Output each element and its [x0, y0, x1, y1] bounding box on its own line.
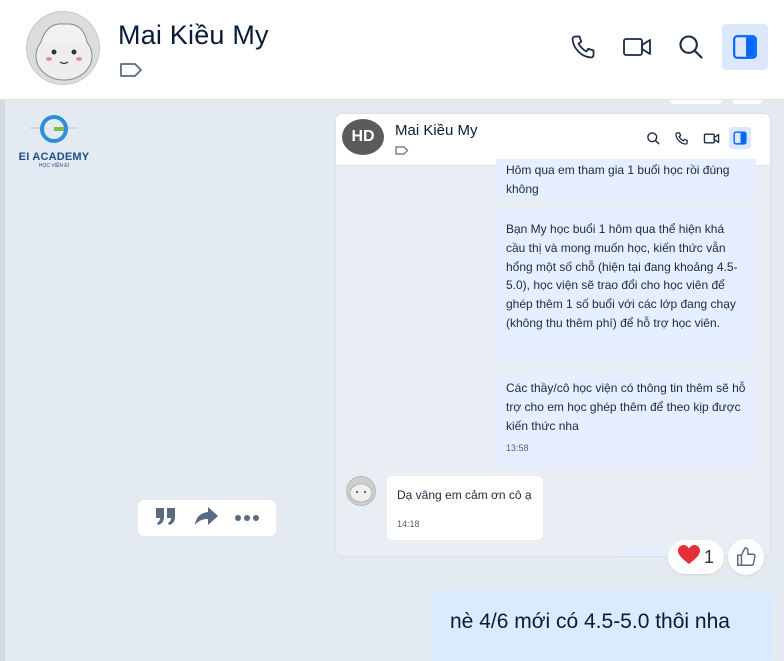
message-actions-bar [138, 500, 276, 536]
message-bubble-partial [732, 100, 762, 104]
phone-icon[interactable] [560, 24, 606, 70]
video-call-icon[interactable] [614, 24, 660, 70]
sidebar-toggle-icon [729, 127, 751, 149]
chat-area: EI ACADEMY HỌC VIỆN EI HD Mai Kiều My Hô… [0, 100, 784, 661]
inner-avatar: HD [342, 119, 384, 155]
message-text: Dạ vâng em cảm ơn cô ạ [397, 488, 532, 502]
sender-avatar [346, 476, 376, 506]
tag-icon[interactable] [118, 60, 144, 80]
message-bubble: Bạn My học buổi 1 hôm qua thể hiện khá c… [496, 210, 756, 363]
message-bubble: Hôm qua em tham gia 1 buổi học rồi đúng … [496, 159, 756, 199]
thumbs-up-icon [737, 547, 756, 566]
message-bubble: Dạ vâng em cảm ơn cô ạ 14:18 [387, 476, 543, 540]
message-text: Bạn My học buổi 1 hôm qua thể hiện khá c… [506, 222, 738, 330]
message-time: 13:58 [506, 443, 529, 454]
message-bubble-partial [670, 100, 722, 104]
message-text: Hôm qua em tham gia 1 buổi học rồi đúng … [506, 163, 730, 196]
video-call-icon [700, 127, 722, 149]
inner-contact-name: Mai Kiều My [395, 122, 478, 139]
message-bubble: Các thầy/cô học viện có thông tin thêm s… [496, 371, 756, 467]
forward-icon[interactable] [193, 505, 219, 532]
my-message-bubble: nè 4/6 mới có 4.5-5.0 thôi nha [432, 590, 772, 661]
more-options-icon[interactable] [234, 509, 260, 527]
search-icon[interactable] [668, 24, 714, 70]
sidebar-toggle-icon[interactable] [722, 24, 768, 70]
message-text: nè 4/6 mới có 4.5-5.0 thôi nha [450, 610, 730, 633]
heart-icon [677, 544, 700, 570]
message-text: Các thầy/cô học viện có thông tin thêm s… [506, 381, 746, 433]
tag-icon [395, 143, 409, 155]
reaction-badge[interactable]: 1 [668, 540, 724, 574]
contact-name: Mai Kiều My [118, 20, 269, 50]
ei-academy-logo: EI ACADEMY HỌC VIỆN EI [16, 114, 92, 170]
contact-avatar[interactable] [26, 11, 100, 85]
reaction-count: 1 [703, 546, 714, 567]
search-icon [642, 127, 664, 149]
logo-subtitle: HỌC VIỆN EI [38, 163, 70, 169]
quote-icon[interactable] [154, 505, 178, 532]
logo-brand: EI ACADEMY [18, 151, 90, 163]
divider [0, 100, 5, 661]
chat-header: Mai Kiều My [0, 0, 784, 100]
like-button[interactable] [728, 539, 764, 575]
phone-icon [670, 127, 692, 149]
embedded-screenshot[interactable]: HD Mai Kiều My Hôm qua em tham gia 1 buổ… [336, 114, 770, 556]
message-time: 14:18 [397, 518, 420, 529]
